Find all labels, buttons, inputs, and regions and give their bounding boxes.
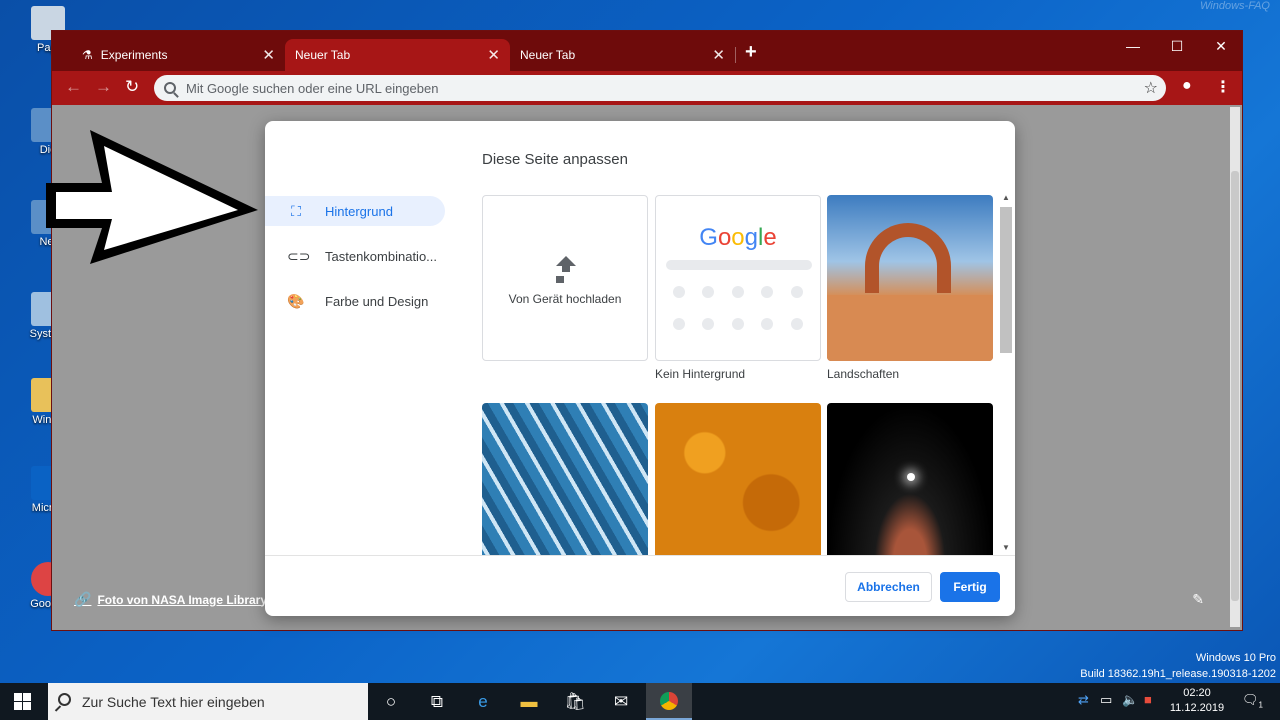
shortcut-dot [761,318,773,330]
edge-icon[interactable]: e [460,683,506,720]
dialog-title: Diese Seite anpassen [482,151,628,168]
menu-item-color-theme[interactable]: 🎨 Farbe und Design [265,286,445,316]
system-clock[interactable]: 02:20 11.12.2019 [1166,686,1228,716]
chrome-icon [660,691,678,710]
taskbar: Zur Suche Text hier eingeben ○ ⧉ e ▬ 🛍 ✉… [0,683,1280,720]
cancel-button[interactable]: Abbrechen [845,572,932,602]
menu-item-shortcuts[interactable]: ⊂⊃ Tastenkombinatio... [265,241,445,271]
notification-icon[interactable]: 🗨1 [1242,692,1263,710]
customize-dialog: Diese Seite anpassen ⛶ Hintergrund ⊂⊃ Ta… [265,121,1015,616]
desert-ground [827,295,993,361]
tab-new[interactable]: Neuer Tab ✕ [510,39,735,71]
google-logo: Google [699,224,777,251]
new-tab-button[interactable]: + [745,41,757,64]
link-icon: 🔗 [74,591,92,607]
window-close-button[interactable]: ✕ [1198,38,1242,55]
shortcut-dot [673,286,685,298]
shortcut-dot [732,318,744,330]
shortcut-dot [732,286,744,298]
task-view-icon[interactable]: ⧉ [414,683,460,720]
minimize-button[interactable]: — [1110,38,1156,54]
page-scroll-thumb[interactable] [1231,171,1239,601]
shortcut-dot [791,318,803,330]
cortana-icon[interactable]: ○ [368,683,414,720]
search-icon [58,693,71,706]
palette-icon: 🎨 [287,292,305,309]
file-explorer-icon[interactable]: ▬ [506,683,552,720]
space-tile[interactable] [827,403,993,555]
wallpaper-icon: ⛶ [291,202,301,219]
shortcut-dot [791,286,803,298]
forward-arrow-icon[interactable]: → [95,77,112,97]
shortcut-dot [761,286,773,298]
planet-light [907,473,915,481]
volume-icon[interactable]: 🔈 [1122,692,1138,708]
dialog-scroll-thumb[interactable] [1000,207,1012,353]
flask-icon: ⚗ [82,48,93,62]
title-bar: ⚗ Experiments ✕ Neuer Tab ✕ Neuer Tab ✕ … [52,31,1242,71]
arch-rock-image [865,223,951,293]
watermark: Windows-FAQ [1200,0,1270,12]
upload-icon [556,256,576,278]
security-icon[interactable]: ■ [1144,692,1152,707]
link-icon: ⊂⊃ [287,247,311,264]
back-arrow-icon[interactable]: ← [65,77,82,97]
tab-new-active[interactable]: Neuer Tab ✕ [285,39,510,71]
dialog-divider [265,555,1015,556]
no-background-tile[interactable]: Google [655,195,821,361]
menu-icon[interactable]: ⋮ [1215,77,1231,97]
annotation-arrow-icon [46,130,258,264]
taskbar-search-input[interactable]: Zur Suche Text hier eingeben [48,683,368,720]
photo-credit-link[interactable]: 🔗 Foto von NASA Image Library [74,591,267,608]
background-grid: Von Gerät hochladen Google Kein Hintergr… [482,195,994,555]
search-icon [164,82,176,94]
bookmark-star-icon[interactable]: ☆ [1144,78,1158,98]
menu-item-background[interactable]: ⛶ Hintergrund [265,196,445,226]
landscapes-tile[interactable] [827,195,993,361]
windows-start-icon[interactable] [14,693,31,710]
no-background-label: Kein Hintergrund [655,367,746,381]
landscapes-label: Landschaften [827,367,900,381]
chrome-taskbar-icon[interactable] [646,683,692,720]
close-icon[interactable]: ✕ [487,46,500,64]
mail-icon[interactable]: ✉ [598,683,644,720]
scroll-up-icon[interactable]: ▲ [1002,193,1010,202]
maximize-button[interactable]: ☐ [1154,38,1200,55]
close-icon[interactable]: ✕ [712,46,725,64]
search-bar-placeholder [666,260,812,270]
toolbar: ← → ↻ Mit Google suchen oder eine URL ei… [52,71,1242,105]
profile-icon[interactable]: ● [1182,77,1192,95]
shortcut-dot [702,286,714,298]
shortcut-dot [702,318,714,330]
close-icon[interactable]: ✕ [262,46,275,64]
done-button[interactable]: Fertig [940,572,1000,602]
dialog-scrollbar[interactable]: ▲ ▼ [999,193,1013,555]
page-scrollbar[interactable] [1230,107,1240,627]
shortcut-dot [673,318,685,330]
store-icon[interactable]: 🛍 [552,683,598,720]
upload-from-device-tile[interactable]: Von Gerät hochladen [482,195,648,361]
architecture-tile[interactable] [482,403,648,555]
network-icon[interactable]: ▭ [1100,692,1112,708]
omnibox[interactable]: Mit Google suchen oder eine URL eingeben… [154,75,1166,101]
pencil-icon[interactable]: ✎ [1192,591,1204,608]
tab-separator [735,47,736,63]
texture-tile[interactable] [655,403,821,555]
tab-experiments[interactable]: ⚗ Experiments ✕ [60,39,285,71]
teamviewer-icon[interactable]: ⇄ [1078,692,1089,708]
windows-version: Windows 10 Pro Build 18362.19h1_release.… [1080,652,1276,680]
scroll-down-icon[interactable]: ▼ [1002,543,1010,552]
reload-icon[interactable]: ↻ [125,77,139,97]
